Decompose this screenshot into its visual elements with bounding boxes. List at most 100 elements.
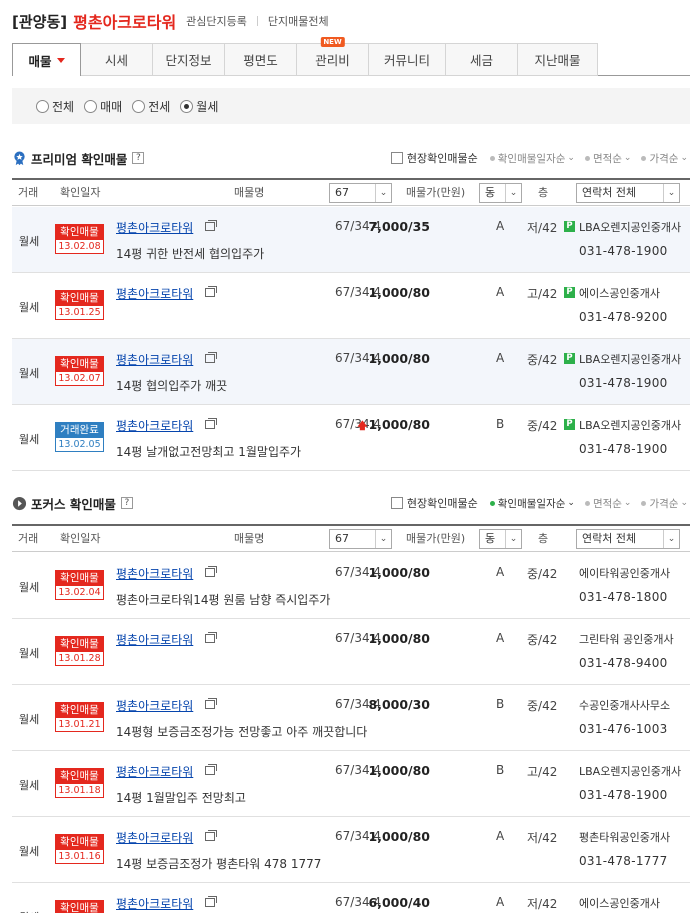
listing-floor: 중/42 [527,699,558,713]
listing-row[interactable]: 월세 거래완료 13.02.05 평촌아크로타워 14평 날개없고전망최고 1월말입주가… [12,405,690,471]
new-window-icon[interactable] [205,896,217,907]
tab-label: 단지정보 [165,53,212,68]
listing-row[interactable]: 월세 확인매물 13.01.21 평촌아크로타워 14평형 보증금조정가능 전망좋고 아… [12,685,690,751]
dong-select[interactable]: 동 ⌄ [479,183,522,203]
listing-name-link[interactable]: 평촌아크로타워 [116,219,193,236]
col-type: 거래 [18,186,39,199]
radio-label: 매매 [100,99,123,114]
listing-name-link[interactable]: 평촌아크로타워 [116,697,193,714]
onsite-checkbox[interactable] [390,152,403,164]
listing-floor: 저/42 [527,831,558,845]
listing-row[interactable]: 월세 확인매물 13.01.16 평촌아크로타워 14평 보증금조정가 평촌타워 478… [12,817,690,883]
dong-select[interactable]: 동 ⌄ [479,529,522,549]
tab-label: 지난매물 [534,53,581,68]
listing-dong: A [496,351,505,365]
radio-sale[interactable]: 매매 [84,98,122,115]
price-value: 1,000/80 [368,417,431,432]
agent-select[interactable]: 연락처 전체 ⌄ [576,529,680,549]
tab-maintenance[interactable]: NEW 관리비 [297,37,369,76]
deal-type: 월세 [19,779,40,792]
agent-phone: 031-478-1900 [579,442,668,456]
tab-price[interactable]: 시세 [81,43,153,76]
new-window-icon[interactable] [205,830,217,841]
help-icon[interactable]: ? [120,497,133,509]
onsite-checkbox[interactable] [390,497,403,509]
verified-stamp: 확인매물 13.02.07 [55,356,104,386]
agent-phone: 031-476-1003 [579,722,668,736]
tab-community[interactable]: 커뮤니티 [369,43,446,76]
deal-type: 월세 [19,713,40,726]
agent-select[interactable]: 연락처 전체 ⌄ [576,183,680,203]
stamp-label: 확인매물 [56,571,103,586]
sort-by-area[interactable]: 면적순 ⌄ [584,151,631,166]
tab-tax[interactable]: 세금 [446,43,518,76]
radio-monthly[interactable]: 월세 [180,98,218,115]
agent-name[interactable]: 수공인중개사사무소 [579,697,689,713]
new-window-icon[interactable] [205,286,217,297]
agent-name[interactable]: LBA오렌지공인중개사 [579,417,689,433]
new-window-icon[interactable] [205,352,217,363]
radio-all[interactable]: 전체 [36,98,74,115]
price-value: 1,000/80 [368,631,431,646]
sort-by-area[interactable]: 면적순 ⌄ [584,496,631,511]
listing-price: 8,000/30 [369,697,431,712]
new-window-icon[interactable] [205,698,217,709]
price-value: 6,000/40 [368,895,431,910]
tab-label: 매물 [28,53,52,69]
agent-name[interactable]: 에이스공인중개사 [579,895,689,911]
col-price: 매물가(만원) [406,186,466,199]
page-header: [관양동] 평촌아크로타워 관심단지등록 단지매물전체 [12,8,329,34]
area-select[interactable]: 67 ⌄ [329,183,392,203]
sort-by-date[interactable]: 확인매물일자순 ⌄ [489,496,575,511]
new-window-icon[interactable] [205,632,217,643]
listing-name-link[interactable]: 평촌아크로타워 [116,631,193,648]
listing-row[interactable]: 월세 확인매물 13.01.18 평촌아크로타워 14평 1월말입주 전망최고 67/34… [12,751,690,817]
verified-stamp: 확인매물 13.01.28 [55,636,104,666]
listing-row[interactable]: 월세 확인매물 13.02.08 평촌아크로타워 14평 귀한 반전세 협의입주가 67/… [12,207,690,273]
agent-name[interactable]: 에이스공인중개사 [579,285,689,301]
listing-floor: 중/42 [527,419,558,433]
listing-description: 14평형 보증금조정가능 전망좋고 아주 깨끗합니다 [116,725,368,739]
listing-row[interactable]: 월세 확인매물 13.01.25 평촌아크로타워 67/34.4 1,000/80 A 고/4… [12,273,690,339]
favorite-link[interactable]: 관심단지등록 [186,13,247,29]
chevron-down-icon: ⌄ [663,530,679,548]
listing-row[interactable]: 월세 확인매물 13.02.07 평촌아크로타워 14평 협의입주가 깨끗 67/34.4… [12,339,690,405]
area-select[interactable]: 67 ⌄ [329,529,392,549]
tab-past-listings[interactable]: 지난매물 [518,43,598,76]
new-window-icon[interactable] [205,418,217,429]
agent-name[interactable]: 에이타워공인중개사 [579,565,689,581]
deal-type: 월세 [19,433,40,446]
tab-listings[interactable]: 매물 [12,43,81,76]
listing-description: 14평 협의입주가 깨끗 [116,379,228,393]
tab-complex-info[interactable]: 단지정보 [153,43,225,76]
new-window-icon[interactable] [205,220,217,231]
radio-jeonse[interactable]: 전세 [132,98,170,115]
new-window-icon[interactable] [205,566,217,577]
listing-name-link[interactable]: 평촌아크로타워 [116,417,193,434]
listing-name-link[interactable]: 평촌아크로타워 [116,285,193,302]
help-icon[interactable]: ? [132,152,145,164]
tab-floorplan[interactable]: 평면도 [225,43,297,76]
listing-row[interactable]: 월세확인매물평촌아크로타워67/34.46,000/40A저/42에이스공인중개… [12,883,690,913]
agent-name[interactable]: 그린타워 공인중개사 [579,631,689,647]
agent-name[interactable]: LBA오렌지공인중개사 [579,219,689,235]
new-window-icon[interactable] [205,764,217,775]
agent-name[interactable]: 평촌타워공인중개사 [579,829,689,845]
sort-by-price[interactable]: 가격순 ⌄ [641,151,688,166]
agent-name[interactable]: LBA오렌지공인중개사 [579,763,689,779]
listing-name-link[interactable]: 평촌아크로타워 [116,763,193,780]
sort-by-date[interactable]: 확인매물일자순 ⌄ [489,151,575,166]
listing-price: 6,000/40 [369,895,431,910]
sort-label: 면적순 [592,152,622,165]
sort-by-price[interactable]: 가격순 ⌄ [641,496,688,511]
listing-name-link[interactable]: 평촌아크로타워 [116,565,193,582]
listing-name-link[interactable]: 평촌아크로타워 [116,829,193,846]
listing-name-link[interactable]: 평촌아크로타워 [116,895,193,912]
all-listings-link[interactable]: 단지매물전체 [268,13,329,29]
listing-row[interactable]: 월세 확인매물 13.01.28 평촌아크로타워 67/34.4 1,000/80 A 중/4… [12,619,690,685]
listing-name-link[interactable]: 평촌아크로타워 [116,351,193,368]
verified-stamp: 거래완료 13.02.05 [55,422,104,452]
agent-name[interactable]: LBA오렌지공인중개사 [579,351,689,367]
agent-select-value: 연락처 전체 [582,532,637,545]
listing-row[interactable]: 월세 확인매물 13.02.04 평촌아크로타워 평촌아크로타워14평 원룸 남향 즉시… [12,553,690,619]
